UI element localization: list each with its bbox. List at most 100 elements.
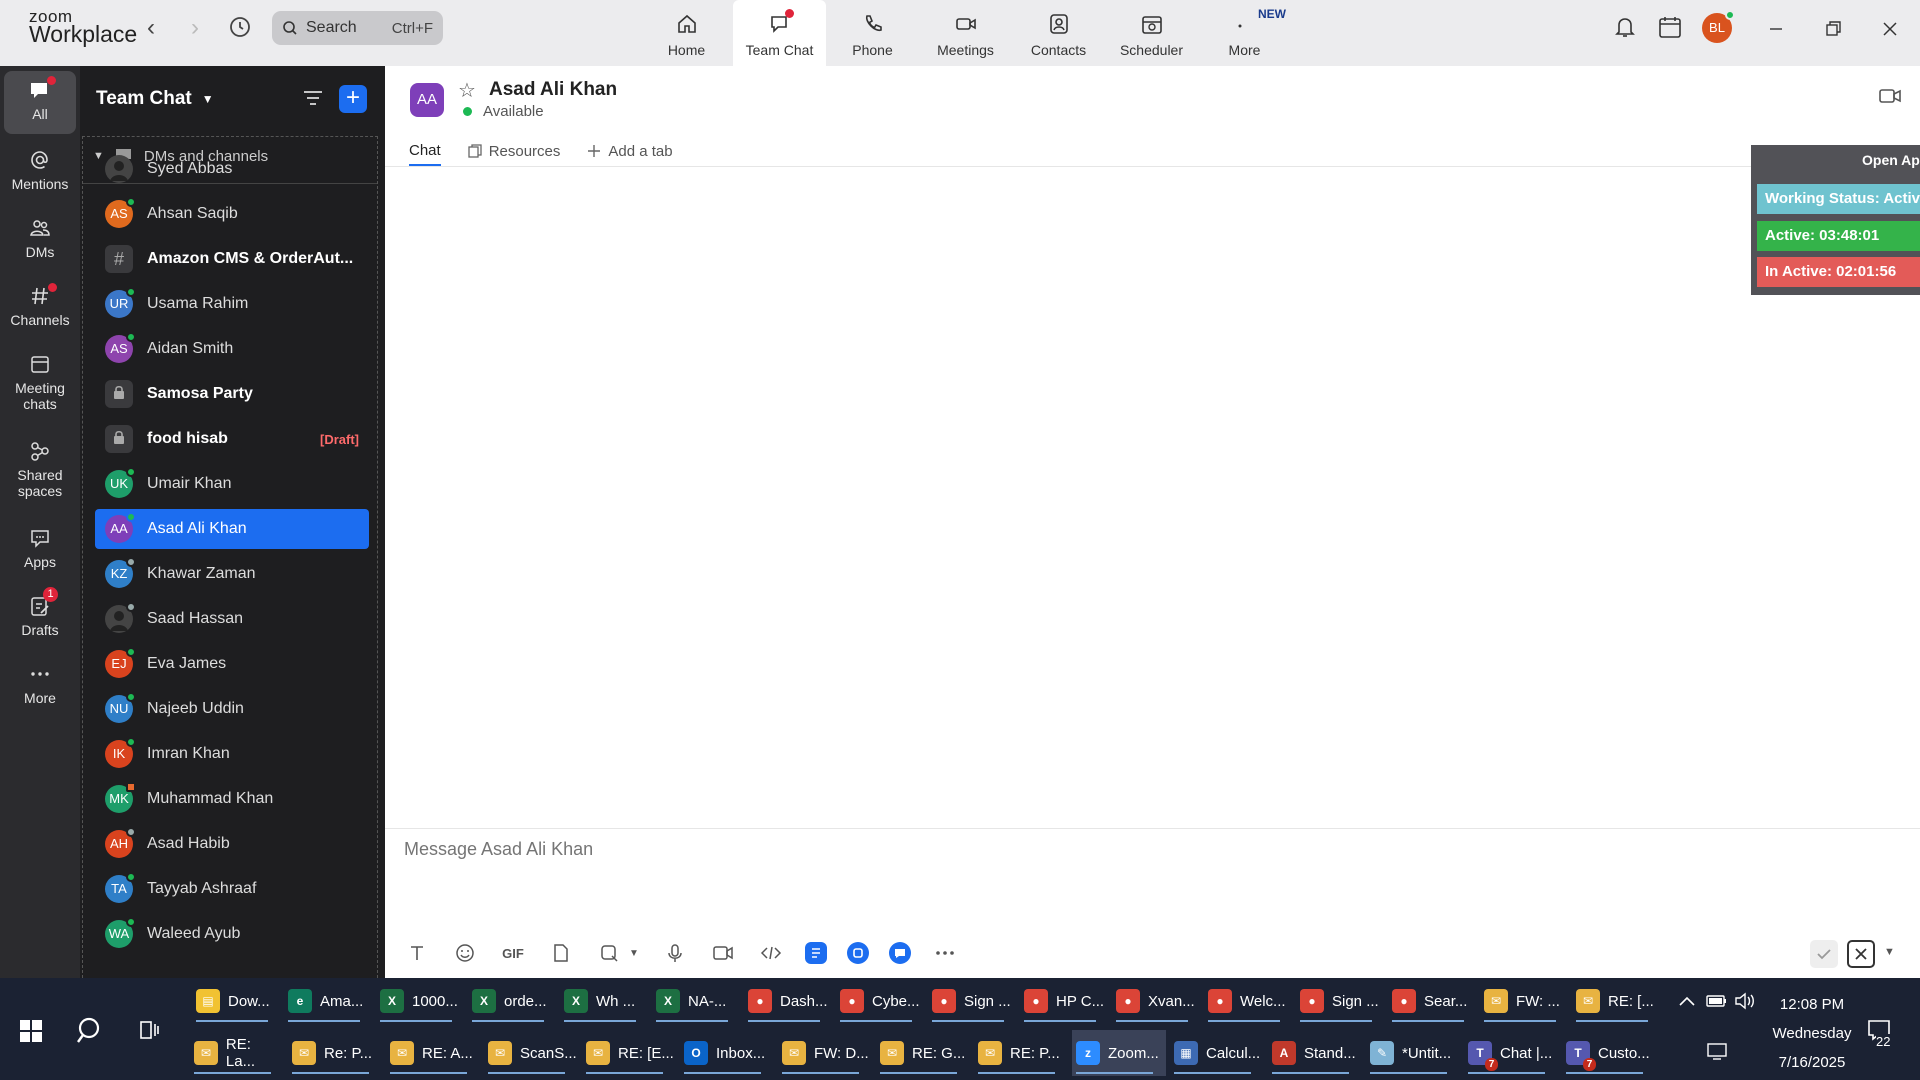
- chat-list-item[interactable]: # Amazon CMS & OrderAut...: [95, 239, 369, 279]
- taskbar-app[interactable]: ▦ Calcul...: [1170, 1030, 1264, 1076]
- rail-item-drafts[interactable]: 1 Drafts: [4, 587, 76, 638]
- taskbar-app[interactable]: X NA-...: [652, 978, 740, 1024]
- chat-list-item[interactable]: WA Waleed Ayub: [95, 914, 369, 954]
- chat-list-scroll[interactable]: ▼ DMs and channels Syed Abbas AS Ahsan Saq…: [82, 136, 378, 978]
- taskbar-app[interactable]: ● Welc...: [1204, 978, 1292, 1024]
- tab-scheduler[interactable]: Scheduler: [1105, 0, 1198, 66]
- chat-list-item[interactable]: TA Tayyab Ashraaf: [95, 869, 369, 909]
- code-snippet-icon[interactable]: [757, 939, 785, 967]
- rail-item-dms[interactable]: DMs: [4, 217, 76, 260]
- taskbar-app[interactable]: ✎ *Untit...: [1366, 1030, 1460, 1076]
- chat-list-item[interactable]: Syed Abbas: [95, 149, 369, 189]
- history-icon[interactable]: [228, 15, 254, 41]
- chat-list-item[interactable]: AS Ahsan Saqib: [95, 194, 369, 234]
- taskbar-app[interactable]: O Inbox...: [680, 1030, 774, 1076]
- app-integration-icon[interactable]: [889, 942, 911, 964]
- microphone-icon[interactable]: [661, 939, 689, 967]
- taskbar-app[interactable]: ● HP C...: [1020, 978, 1108, 1024]
- tab-home[interactable]: Home: [640, 0, 733, 66]
- cancel-button[interactable]: [1847, 940, 1875, 968]
- taskbar-app[interactable]: ✉ RE: [...: [1572, 978, 1660, 1024]
- chat-list-item[interactable]: Samosa Party: [95, 374, 369, 414]
- new-chat-button[interactable]: +: [339, 85, 367, 113]
- taskbar-app[interactable]: ✉ ScanS...: [484, 1030, 578, 1076]
- chevron-up-icon[interactable]: [1678, 994, 1696, 1011]
- taskbar-app[interactable]: ● Dash...: [744, 978, 832, 1024]
- calendar-icon[interactable]: [1657, 14, 1683, 45]
- emoji-icon[interactable]: [451, 939, 479, 967]
- tab-resources[interactable]: Resources: [467, 136, 560, 166]
- network-icon[interactable]: [1706, 1042, 1728, 1064]
- taskbar-app[interactable]: ✉ RE: [E...: [582, 1030, 676, 1076]
- chat-list-item[interactable]: NU Najeeb Uddin: [95, 689, 369, 729]
- taskbar-app[interactable]: ✉ RE: La...: [190, 1030, 284, 1076]
- filter-icon[interactable]: [302, 88, 324, 113]
- rail-item-channels[interactable]: Channels: [4, 283, 76, 328]
- forward-arrow-icon[interactable]: ›: [182, 16, 208, 42]
- user-avatar[interactable]: BL: [1702, 10, 1735, 43]
- message-input[interactable]: [404, 839, 1504, 860]
- taskbar-app[interactable]: X 1000...: [376, 978, 464, 1024]
- taskbar-app[interactable]: A Stand...: [1268, 1030, 1362, 1076]
- battery-icon[interactable]: [1706, 994, 1728, 1012]
- rail-item-mentions[interactable]: Mentions: [4, 149, 76, 192]
- taskbar-app[interactable]: ▤ Dow...: [192, 978, 280, 1024]
- chat-list-item[interactable]: KZ Khawar Zaman: [95, 554, 369, 594]
- format-text-icon[interactable]: [403, 939, 431, 967]
- video-clip-icon[interactable]: [709, 939, 737, 967]
- chat-list-item[interactable]: AH Asad Habib: [95, 824, 369, 864]
- taskbar-app[interactable]: T 7 Custo...: [1562, 1030, 1656, 1076]
- chat-list-item[interactable]: Saad Hassan: [95, 599, 369, 639]
- rail-item-shared-spaces[interactable]: Shared spaces: [4, 440, 76, 499]
- restore-icon[interactable]: [1818, 14, 1848, 44]
- taskbar-app[interactable]: z Zoom...: [1072, 1030, 1166, 1076]
- chat-list-item[interactable]: MK Muhammad Khan: [95, 779, 369, 819]
- taskbar-app[interactable]: Xorde...: [468, 978, 556, 1024]
- taskbar-app[interactable]: T 7 Chat |...: [1464, 1030, 1558, 1076]
- tab-chat[interactable]: Chat: [409, 136, 441, 166]
- taskbar-search-icon[interactable]: [75, 1016, 105, 1051]
- chat-list-item[interactable]: food hisab [Draft]: [95, 419, 369, 459]
- send-button[interactable]: [1810, 940, 1838, 968]
- screenshot-icon[interactable]: [595, 939, 623, 967]
- taskbar-app[interactable]: ● Cybe...: [836, 978, 924, 1024]
- chat-list-item[interactable]: IK Imran Khan: [95, 734, 369, 774]
- file-icon[interactable]: [547, 939, 575, 967]
- chat-list-item[interactable]: AS Aidan Smith: [95, 329, 369, 369]
- rail-item-all[interactable]: All: [4, 71, 76, 134]
- close-icon[interactable]: [1875, 14, 1905, 44]
- more-dots-icon[interactable]: [931, 939, 959, 967]
- chat-list-item[interactable]: AA Asad Ali Khan: [95, 509, 369, 549]
- tab-team-chat[interactable]: Team Chat: [733, 0, 826, 66]
- rail-item-more[interactable]: More: [4, 663, 76, 706]
- rail-item-meeting-chats[interactable]: Meeting chats: [4, 353, 76, 412]
- back-arrow-icon[interactable]: ‹: [138, 16, 164, 42]
- minimize-icon[interactable]: [1761, 14, 1791, 44]
- tab-phone[interactable]: Phone: [826, 0, 919, 66]
- contact-avatar[interactable]: AA: [410, 83, 444, 117]
- open-app-button[interactable]: Open Ap: [1862, 152, 1920, 168]
- chevron-down-icon[interactable]: ▼: [627, 939, 641, 967]
- taskbar-app[interactable]: e Ama...: [284, 978, 372, 1024]
- taskbar-clock[interactable]: 12:08 PM Wednesday 7/16/2025: [1752, 990, 1872, 1077]
- rail-item-apps[interactable]: Apps: [4, 527, 76, 570]
- chevron-down-icon[interactable]: ▼: [1884, 946, 1895, 958]
- tab-add[interactable]: Add a tab: [586, 136, 673, 166]
- chat-list-item[interactable]: UR Usama Rahim: [95, 284, 369, 324]
- star-icon[interactable]: ☆: [458, 78, 476, 103]
- gif-icon[interactable]: GIF: [499, 939, 527, 967]
- tab-contacts[interactable]: Contacts: [1012, 0, 1105, 66]
- task-view-icon[interactable]: [137, 1018, 161, 1047]
- contact-name[interactable]: Asad Ali Khan: [489, 79, 617, 101]
- video-call-icon[interactable]: [1878, 86, 1902, 111]
- taskbar-app[interactable]: ✉ Re: P...: [288, 1030, 382, 1076]
- chat-list-item[interactable]: EJ Eva James: [95, 644, 369, 684]
- chat-list-item[interactable]: UK Umair Khan: [95, 464, 369, 504]
- taskbar-app[interactable]: ✉ RE: A...: [386, 1030, 480, 1076]
- chat-list-title[interactable]: Team Chat ▼: [96, 88, 214, 110]
- taskbar-app[interactable]: ● Sign ...: [928, 978, 1016, 1024]
- tab-meetings[interactable]: Meetings: [919, 0, 1012, 66]
- taskbar-app[interactable]: X Wh ...: [560, 978, 648, 1024]
- bell-icon[interactable]: [1613, 14, 1637, 45]
- taskbar-app[interactable]: ✉ FW: ...: [1480, 978, 1568, 1024]
